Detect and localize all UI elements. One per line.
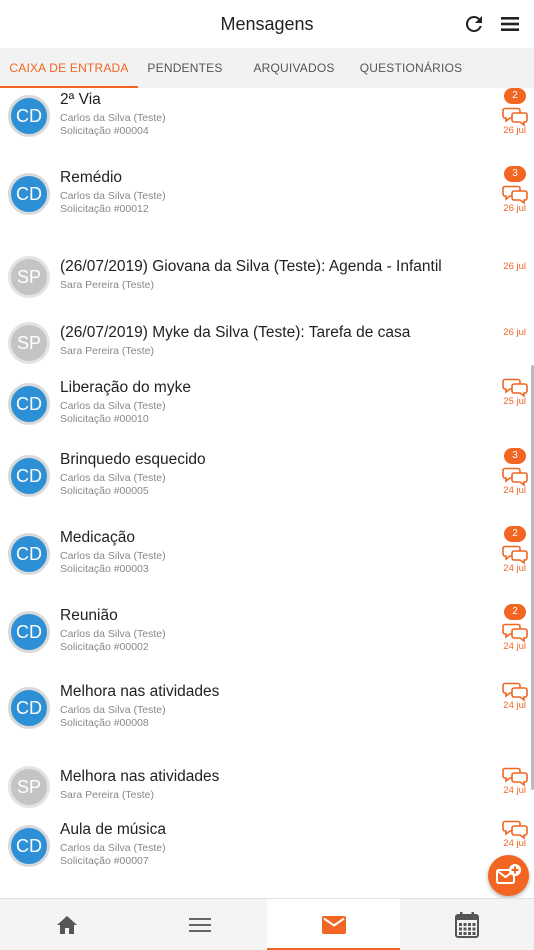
calendar-icon xyxy=(454,912,479,938)
messages-screen: Mensagens CAIXA DE ENTRADA PENDENTES ARQ… xyxy=(0,0,534,950)
message-subject: Reunião xyxy=(60,607,118,624)
message-date: 26 jul xyxy=(503,327,526,338)
chat-bubble-icon xyxy=(502,622,528,643)
chat-bubble-icon xyxy=(502,106,528,127)
message-subject: Melhora nas atividades xyxy=(60,683,220,700)
unread-count-badge: 2 xyxy=(504,526,526,542)
message-sender: Sara Pereira (Teste) xyxy=(60,345,154,357)
message-sender: Carlos da Silva (Teste) xyxy=(60,472,166,484)
nav-calendar[interactable] xyxy=(400,899,533,950)
chat-bubble-icon xyxy=(502,466,528,487)
request-number: Solicitação #00005 xyxy=(60,485,149,497)
message-row[interactable]: CD Melhora nas atividades Carlos da Silva … xyxy=(0,674,534,744)
new-message-button[interactable] xyxy=(488,855,529,896)
request-number: Solicitação #00004 xyxy=(60,125,149,137)
tab-pendentes[interactable]: PENDENTES xyxy=(138,48,232,88)
request-number: Solicitação #00002 xyxy=(60,641,149,653)
chat-bubble-icon xyxy=(502,544,528,565)
app-header: Mensagens xyxy=(0,0,534,48)
message-date: 24 jul xyxy=(503,641,526,652)
message-date: 26 jul xyxy=(503,261,526,272)
request-number: Solicitação #00012 xyxy=(60,203,149,215)
request-number: Solicitação #00010 xyxy=(60,413,149,425)
hamburger-menu-icon[interactable] xyxy=(498,12,522,36)
message-row[interactable]: CD Remédio Carlos da Silva (Teste) Solicita… xyxy=(0,160,534,230)
tab-questionarios[interactable]: QUESTIONÁRIOS xyxy=(356,48,466,88)
request-number: Solicitação #00007 xyxy=(60,855,149,867)
unread-count-badge: 3 xyxy=(504,448,526,464)
message-sender: Sara Pereira (Teste) xyxy=(60,279,154,291)
message-date: 24 jul xyxy=(503,563,526,574)
message-sender: Carlos da Silva (Teste) xyxy=(60,190,166,202)
avatar: CD xyxy=(8,533,50,575)
message-subject: Aula de música xyxy=(60,821,166,838)
chat-bubble-icon xyxy=(502,681,528,702)
message-row[interactable]: CD Aula de música Carlos da Silva (Teste) S… xyxy=(0,812,534,882)
message-date: 24 jul xyxy=(503,700,526,711)
message-sender: Carlos da Silva (Teste) xyxy=(60,842,166,854)
avatar: SP xyxy=(8,256,50,298)
tab-caixa-de-entrada[interactable]: CAIXA DE ENTRADA xyxy=(0,48,138,88)
avatar: SP xyxy=(8,322,50,364)
message-row[interactable]: SP Melhora nas atividades Sara Pereira (Te… xyxy=(0,748,534,818)
message-date: 24 jul xyxy=(503,838,526,849)
message-subject: Melhora nas atividades xyxy=(60,768,220,785)
tab-bar: CAIXA DE ENTRADA PENDENTES ARQUIVADOS QU… xyxy=(0,48,534,88)
avatar: CD xyxy=(8,95,50,137)
list-menu-icon xyxy=(188,918,211,932)
message-sender: Carlos da Silva (Teste) xyxy=(60,550,166,562)
message-row[interactable]: CD Medicação Carlos da Silva (Teste) Solici… xyxy=(0,520,534,590)
message-subject: Brinquedo esquecido xyxy=(60,451,206,468)
chat-bubble-icon xyxy=(502,184,528,205)
message-row[interactable]: CD Brinquedo esquecido Carlos da Silva (Te… xyxy=(0,442,534,512)
unread-count-badge: 2 xyxy=(504,88,526,104)
new-message-icon xyxy=(496,864,521,884)
request-number: Solicitação #00008 xyxy=(60,717,149,729)
message-row[interactable]: CD Liberação do myke Carlos da Silva (Test… xyxy=(0,370,534,440)
unread-count-badge: 3 xyxy=(504,166,526,182)
tab-arquivados[interactable]: ARQUIVADOS xyxy=(232,48,356,88)
avatar: SP xyxy=(8,766,50,808)
avatar: CD xyxy=(8,173,50,215)
message-date: 26 jul xyxy=(503,203,526,214)
message-subject: Remédio xyxy=(60,169,123,186)
message-row[interactable]: SP (26/07/2019) Giovana da Silva (Teste):… xyxy=(0,238,534,308)
message-subject: (26/07/2019) Giovana da Silva (Teste): A… xyxy=(60,258,442,275)
request-number: Solicitação #00003 xyxy=(60,563,149,575)
unread-count-badge: 2 xyxy=(504,604,526,620)
page-title: Mensagens xyxy=(220,14,314,34)
chat-bubble-icon xyxy=(502,377,528,398)
bottom-navigation xyxy=(0,898,534,950)
nav-messages[interactable] xyxy=(267,899,400,950)
message-date: 25 jul xyxy=(503,396,526,407)
message-row[interactable]: SP (26/07/2019) Myke da Silva (Teste): Ta… xyxy=(0,304,534,374)
refresh-icon[interactable] xyxy=(462,12,486,36)
message-sender: Carlos da Silva (Teste) xyxy=(60,112,166,124)
message-date: 24 jul xyxy=(503,785,526,796)
message-date: 26 jul xyxy=(503,125,526,136)
message-row[interactable]: CD Reunião Carlos da Silva (Teste) Solicita… xyxy=(0,598,534,668)
mail-icon xyxy=(321,916,346,934)
message-subject: (26/07/2019) Myke da Silva (Teste): Tare… xyxy=(60,324,411,341)
home-icon xyxy=(56,916,77,934)
avatar: CD xyxy=(8,825,50,867)
message-subject: Liberação do myke xyxy=(60,379,191,396)
message-subject: Medicação xyxy=(60,529,135,546)
chat-bubble-icon xyxy=(502,766,528,787)
message-date: 24 jul xyxy=(503,485,526,496)
nav-home[interactable] xyxy=(0,899,133,950)
chat-bubble-icon xyxy=(502,819,528,840)
avatar: CD xyxy=(8,687,50,729)
message-sender: Carlos da Silva (Teste) xyxy=(60,628,166,640)
avatar: CD xyxy=(8,383,50,425)
avatar: CD xyxy=(8,455,50,497)
nav-list[interactable] xyxy=(133,899,266,950)
message-sender: Sara Pereira (Teste) xyxy=(60,789,154,801)
message-subject: 2ª Via xyxy=(60,91,101,108)
message-sender: Carlos da Silva (Teste) xyxy=(60,400,166,412)
message-sender: Carlos da Silva (Teste) xyxy=(60,704,166,716)
message-row[interactable]: CD 2ª Via Carlos da Silva (Teste) Solicitaç… xyxy=(0,88,534,152)
avatar: CD xyxy=(8,611,50,653)
message-list: CD 2ª Via Carlos da Silva (Teste) Solicitaç… xyxy=(0,88,534,898)
